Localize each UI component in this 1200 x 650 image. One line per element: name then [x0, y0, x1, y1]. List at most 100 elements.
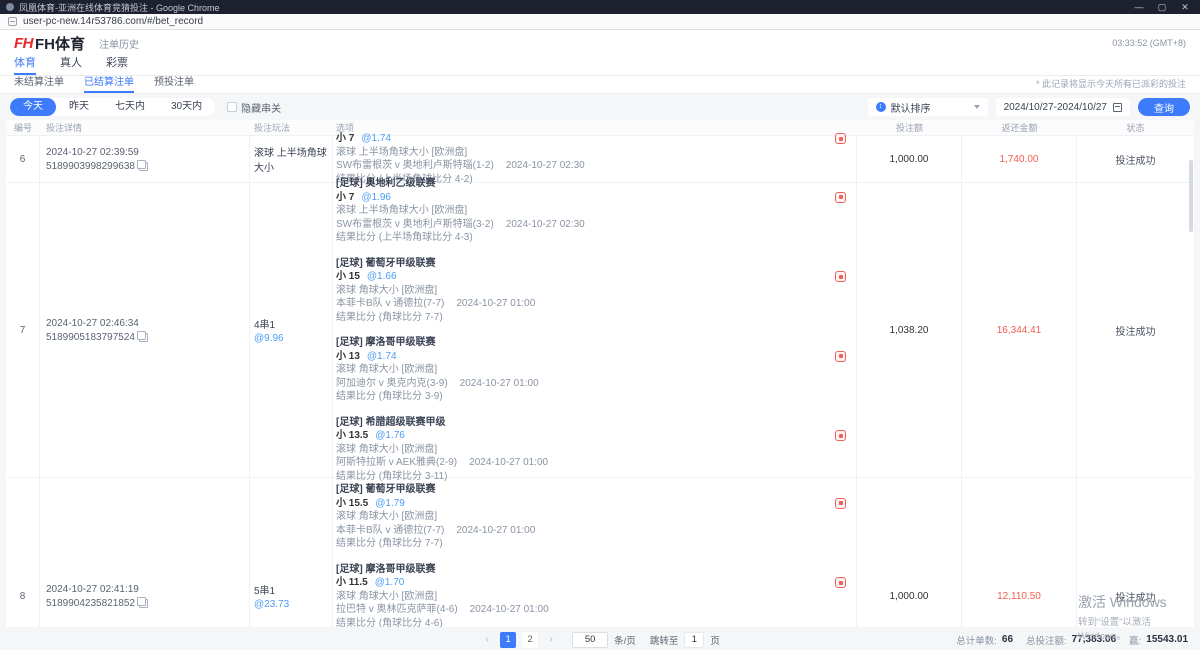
bet-leg: [足球] 摩洛哥甲级联赛小 11.5@1.70滚球 角球大小 [欧洲盘]拉巴特 … [336, 564, 846, 628]
summary-bar: 总计单数: 66 总投注额: 77,383.06 赢: 15543.01 [720, 633, 1188, 647]
pick-selection: 小 7 [336, 133, 354, 145]
league-name: [足球] 摩洛哥甲级联赛 [336, 564, 846, 576]
pick-odds: @1.74 [367, 351, 397, 363]
range-filter-3[interactable]: 30天内 [158, 98, 215, 116]
bet-amount: 1,000.00 [857, 478, 962, 627]
selections-cell: 小 7@1.74滚球 上半场角球大小 [欧洲盘]SW布雷根茨 v 奥地利卢斯特瑙… [333, 136, 857, 182]
match-detail-icon[interactable] [835, 192, 846, 203]
calendar-icon[interactable] [1113, 103, 1122, 112]
match-detail-icon[interactable] [835, 498, 846, 509]
match-line: 拉巴特 v 奥林匹克萨菲(4-6)2024-10-27 01:00 [336, 604, 846, 616]
range-filter-1[interactable]: 昨天 [56, 98, 102, 116]
hide-parlay-label: 隐藏串关 [241, 100, 281, 115]
page-size-input[interactable] [572, 632, 608, 648]
hide-parlay-group[interactable]: 隐藏串关 [227, 100, 281, 115]
sort-dropdown[interactable]: ↕ 默认排序 [868, 98, 988, 116]
scrollbar-thumb[interactable] [1189, 160, 1193, 232]
match-line: SW布雷根茨 v 奥地利卢斯特瑙(3-2) 2024-10-27 02:30 [336, 219, 846, 231]
copy-icon[interactable] [139, 333, 148, 342]
bet-id: 5189903998299638 [46, 161, 135, 172]
filter-bar: 今天昨天七天内30天内 隐藏串关 ↕ 默认排序 2024/10/27-2024/… [0, 94, 1200, 120]
maximize-button[interactable]: ▢ [1153, 0, 1171, 14]
match-detail-icon[interactable] [835, 133, 846, 144]
subtab-2[interactable]: 预投注单 [154, 73, 194, 93]
subtab-0[interactable]: 未结算注单 [14, 73, 64, 93]
play-type-cell: 4串1@9.96 [250, 183, 333, 477]
page-button-1[interactable]: 1 [500, 632, 516, 648]
result-score: 结果比分 (角球比分 7-7) [336, 312, 846, 324]
match-detail-icon[interactable] [835, 430, 846, 441]
column-header-2: 投注玩法 [250, 121, 333, 134]
bet-time: 2024-10-27 02:41:19 [46, 584, 249, 595]
range-filter-0[interactable]: 今天 [10, 98, 56, 116]
match-teams: 本菲卡B队 v 通德拉(7-7) [336, 298, 444, 309]
pick-line: 小 15.5@1.79 [336, 498, 846, 510]
match-teams: SW布雷根茨 v 奥地利卢斯特瑙(1-2) [336, 160, 494, 171]
match-time: 2024-10-27 01:00 [469, 457, 548, 468]
league-name: [足球] 葡萄牙甲级联赛 [336, 258, 846, 270]
total-bet-label: 总投注额: [1026, 633, 1067, 647]
brand-logo-text[interactable]: FH体育 [35, 33, 85, 54]
browser-titlebar: 凤凰体育-亚洲在线体育竞猜投注 - Google Chrome — ▢ ✕ [0, 0, 1200, 14]
match-detail-icon[interactable] [835, 351, 846, 362]
jump-page-input[interactable] [684, 632, 704, 648]
league-name: [足球] 奥地利乙级联赛 [336, 178, 846, 190]
match-detail-icon[interactable] [835, 577, 846, 588]
status-badge: 投注成功 [1077, 478, 1194, 627]
tab-1[interactable]: 真人 [60, 54, 82, 75]
next-page-button[interactable]: › [544, 634, 558, 645]
market-name: 滚球 上半场角球大小 [欧洲盘] [336, 147, 846, 159]
prev-page-button[interactable]: ‹ [480, 634, 494, 645]
status-badge: 投注成功 [1077, 136, 1194, 182]
bet-detail-cell: 2024-10-27 02:41:19 5189904235821852 [40, 478, 250, 627]
bet-leg: [足球] 奥地利乙级联赛小 7@1.96滚球 上半场角球大小 [欧洲盘]SW布雷… [336, 178, 846, 244]
address-bar[interactable]: user-pc-new.14r53786.com/#/bet_record [0, 14, 1200, 30]
match-line: 阿加迪尔 v 奥克内克(3-9)2024-10-27 01:00 [336, 378, 846, 390]
page-title: 注单历史 [99, 36, 139, 51]
date-range-input[interactable]: 2024/10/27-2024/10/27 [996, 98, 1130, 116]
match-teams: SW布雷根茨 v 奥地利卢斯特瑙(3-2) [336, 219, 494, 230]
pick-line: 小 15@1.66 [336, 271, 846, 283]
refund-amount: 1,740.00 [962, 136, 1077, 182]
copy-icon[interactable] [139, 162, 148, 171]
search-button[interactable]: 查询 [1138, 98, 1190, 116]
chevron-down-icon [974, 105, 980, 109]
site-info-icon[interactable] [8, 17, 17, 26]
tab-2[interactable]: 彩票 [106, 54, 128, 75]
sub-tabs: 未结算注单已结算注单预投注单* 此记录将显示今天所有已派彩的投注 [0, 76, 1200, 94]
league-name: [足球] 葡萄牙甲级联赛 [336, 484, 846, 496]
match-detail-icon[interactable] [835, 271, 846, 282]
play-type-cell: 5串1@23.73 [250, 478, 333, 627]
match-time: 2024-10-27 02:30 [506, 219, 585, 230]
match-time: 2024-10-27 01:00 [456, 298, 535, 309]
tab-0[interactable]: 体育 [14, 54, 36, 75]
close-button[interactable]: ✕ [1176, 0, 1194, 14]
minimize-button[interactable]: — [1130, 0, 1148, 14]
result-score: 结果比分 (上半场角球比分 4-3) [336, 232, 846, 244]
market-name: 滚球 角球大小 [欧洲盘] [336, 591, 846, 603]
selections-cell: [足球] 葡萄牙甲级联赛小 15.5@1.79滚球 角球大小 [欧洲盘]本菲卡B… [333, 478, 857, 627]
table-row: 62024-10-27 02:39:595189903998299638滚球 上… [6, 136, 1194, 183]
league-name: [足球] 希腊超级联赛甲级 [336, 417, 846, 429]
bet-id: 5189904235821852 [46, 598, 135, 609]
date-range-value: 2024/10/27-2024/10/27 [1004, 102, 1107, 113]
pick-selection: 小 11.5 [336, 577, 368, 589]
hide-parlay-checkbox[interactable] [227, 102, 237, 112]
pagination: ‹12› 条/页 跳转至 页 [480, 632, 720, 648]
pick-odds: @1.96 [361, 192, 391, 204]
brand-logo-fh[interactable]: FH [14, 35, 33, 52]
url-text[interactable]: user-pc-new.14r53786.com/#/bet_record [23, 16, 203, 27]
column-header-1: 投注详情 [40, 121, 250, 134]
page-button-2[interactable]: 2 [522, 632, 538, 648]
win-value: 15543.01 [1146, 634, 1188, 645]
copy-icon[interactable] [139, 599, 148, 608]
bet-leg: [足球] 摩洛哥甲级联赛小 13@1.74滚球 角球大小 [欧洲盘]阿加迪尔 v… [336, 337, 846, 403]
subtab-1[interactable]: 已结算注单 [84, 73, 134, 93]
table-row: 72024-10-27 02:46:3451899051837975244串1@… [6, 183, 1194, 478]
result-score: 结果比分 (角球比分 7-7) [336, 538, 846, 550]
column-header-6: 状态 [1077, 121, 1194, 134]
range-filter-2[interactable]: 七天内 [102, 98, 158, 116]
play-type-name: 5串1 [254, 582, 332, 597]
match-time: 2024-10-27 01:00 [460, 378, 539, 389]
match-line: 本菲卡B队 v 通德拉(7-7) 2024-10-27 01:00 [336, 298, 846, 310]
